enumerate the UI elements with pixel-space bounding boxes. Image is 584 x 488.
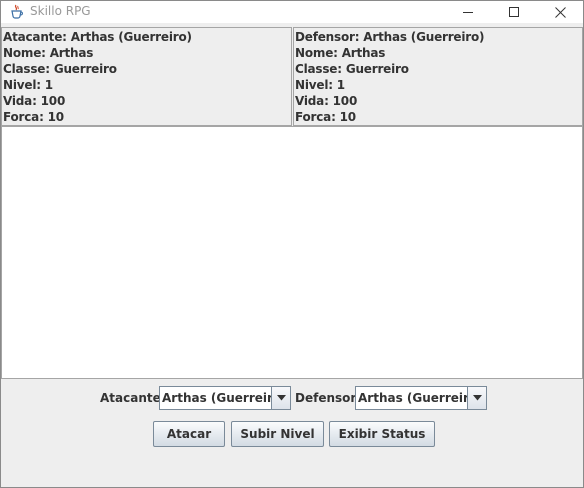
attacker-name: Nome: Arthas	[3, 46, 94, 60]
attacker-life: Vida: 100	[3, 94, 66, 108]
attacker-select-label: Atacante:	[100, 391, 166, 405]
defender-status-panel: Defensor: Arthas (Guerreiro) Nome: Artha…	[293, 27, 583, 126]
content-pane: Atacante: Arthas (Guerreiro) Nome: Artha…	[1, 23, 583, 487]
defender-select[interactable]: Arthas (Guerreiro)	[355, 386, 487, 410]
close-button[interactable]	[537, 1, 583, 23]
app-window: Skillo RPG Atacante: Arthas (Guerreiro) …	[0, 0, 584, 488]
defender-level: Nivel: 1	[295, 78, 345, 92]
attacker-header: Atacante: Arthas (Guerreiro)	[3, 30, 192, 44]
minimize-button[interactable]	[445, 1, 491, 23]
defender-header: Defensor: Arthas (Guerreiro)	[295, 30, 485, 44]
defender-select-value: Arthas (Guerreiro)	[358, 391, 483, 405]
java-cup-icon	[10, 4, 24, 19]
attacker-strength: Forca: 10	[3, 110, 64, 124]
defender-select-label: Defensor:	[295, 391, 362, 405]
defender-class: Classe: Guerreiro	[295, 62, 409, 76]
window-title: Skillo RPG	[30, 4, 91, 18]
attack-button[interactable]: Atacar	[153, 421, 225, 447]
attacker-select[interactable]: Arthas (Guerreiro)	[159, 386, 291, 410]
defender-name: Nome: Arthas	[295, 46, 386, 60]
close-icon	[554, 6, 566, 18]
minimize-icon	[463, 7, 473, 17]
chevron-down-icon[interactable]	[271, 387, 290, 409]
title-bar[interactable]: Skillo RPG	[1, 1, 583, 23]
defender-strength: Forca: 10	[295, 110, 356, 124]
attacker-level: Nivel: 1	[3, 78, 53, 92]
maximize-button[interactable]	[491, 1, 537, 23]
battle-log-textarea[interactable]	[1, 126, 583, 379]
attacker-status-panel: Atacante: Arthas (Guerreiro) Nome: Artha…	[1, 27, 292, 126]
chevron-down-icon[interactable]	[467, 387, 486, 409]
defender-life: Vida: 100	[295, 94, 358, 108]
attacker-class: Classe: Guerreiro	[3, 62, 117, 76]
attacker-select-value: Arthas (Guerreiro)	[162, 391, 287, 405]
show-status-button[interactable]: Exibir Status	[329, 421, 435, 447]
level-up-button[interactable]: Subir Nivel	[231, 421, 324, 447]
maximize-icon	[509, 7, 519, 17]
